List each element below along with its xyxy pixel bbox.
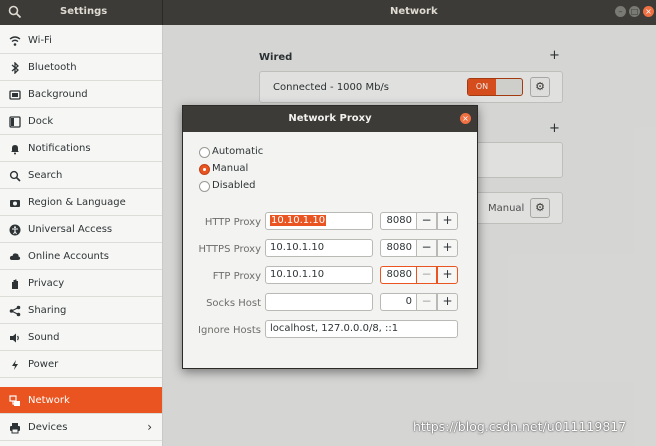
- socks-port-input[interactable]: 0: [380, 293, 416, 311]
- sidebar-item-label: Sharing: [28, 305, 67, 316]
- sidebar-item-label: Region & Language: [28, 197, 126, 208]
- settings-title: Settings: [60, 6, 108, 17]
- http-port-increment[interactable]: +: [437, 212, 458, 230]
- title-bar: Settings Network – □ ×: [0, 0, 656, 25]
- http-port-input[interactable]: 8080: [380, 212, 416, 230]
- share-icon: [9, 305, 21, 317]
- ftp-port-increment[interactable]: +: [437, 266, 458, 284]
- sidebar-item-label: Universal Access: [28, 224, 113, 235]
- sidebar-item-label: Sound: [28, 332, 60, 343]
- radio-button[interactable]: [199, 164, 210, 175]
- https-port-decrement[interactable]: −: [416, 239, 437, 257]
- sidebar-item-search[interactable]: Search: [0, 162, 162, 189]
- printer-icon: [9, 422, 21, 434]
- accessibility-icon: [9, 224, 21, 236]
- close-icon[interactable]: ×: [643, 6, 654, 17]
- sidebar-item-network[interactable]: Network: [0, 387, 162, 414]
- sidebar-item-label: Power: [28, 359, 59, 370]
- sidebar-item-universal-access[interactable]: Universal Access: [0, 216, 162, 243]
- https-proxy-input[interactable]: 10.10.1.10: [265, 239, 373, 257]
- ignore-hosts-label: Ignore Hosts: [198, 325, 261, 336]
- http-port-decrement[interactable]: −: [416, 212, 437, 230]
- radio-label: Automatic: [212, 146, 264, 157]
- radio-button[interactable]: [199, 147, 210, 158]
- sidebar-item-devices[interactable]: Devices ›: [0, 414, 162, 441]
- sidebar-item-label: Network: [28, 395, 70, 406]
- close-icon[interactable]: ×: [460, 113, 471, 124]
- background-icon: [9, 89, 21, 101]
- sidebar-item-sound[interactable]: Sound: [0, 324, 162, 351]
- sidebar-item-privacy[interactable]: Privacy: [0, 270, 162, 297]
- sidebar-item-label: Privacy: [28, 278, 65, 289]
- maximize-icon[interactable]: □: [629, 6, 640, 17]
- ftp-proxy-input[interactable]: 10.10.1.10: [265, 266, 373, 284]
- ftp-proxy-label: FTP Proxy: [212, 271, 261, 282]
- wifi-icon: [9, 35, 21, 47]
- hand-icon: [9, 278, 21, 290]
- ignore-hosts-input[interactable]: localhost, 127.0.0.0/8, ::1: [265, 320, 458, 338]
- camera-icon: [9, 197, 21, 209]
- ftp-port-decrement[interactable]: −: [416, 266, 437, 284]
- http-proxy-label: HTTP Proxy: [204, 217, 261, 228]
- sidebar-item-online-accounts[interactable]: Online Accounts: [0, 243, 162, 270]
- sidebar-item-sharing[interactable]: Sharing: [0, 297, 162, 324]
- sidebar-item-notifications[interactable]: Notifications: [0, 135, 162, 162]
- page-title: Network: [390, 6, 438, 17]
- sidebar-item-wifi[interactable]: Wi-Fi: [0, 27, 162, 54]
- cloud-icon: [9, 251, 21, 263]
- radio-label: Manual: [212, 163, 249, 174]
- sidebar-item-label: Devices: [28, 422, 68, 433]
- radio-button[interactable]: [199, 181, 210, 192]
- bell-icon: [9, 143, 21, 155]
- sidebar-item-power[interactable]: Power: [0, 351, 162, 378]
- sidebar-item-label: Wi-Fi: [28, 35, 52, 46]
- sidebar-item-label: Bluetooth: [28, 62, 77, 73]
- chevron-right-icon: ›: [147, 420, 152, 434]
- http-proxy-value: 10.10.1.10: [270, 215, 327, 226]
- https-port-input[interactable]: 8080: [380, 239, 416, 257]
- socks-port-decrement[interactable]: −: [416, 293, 437, 311]
- dialog-title: Network Proxy: [288, 113, 372, 124]
- sidebar-item-label: Search: [28, 170, 63, 181]
- minimize-icon[interactable]: –: [615, 6, 626, 17]
- https-port-increment[interactable]: +: [437, 239, 458, 257]
- sidebar-item-label: Notifications: [28, 143, 91, 154]
- sidebar-item-bluetooth[interactable]: Bluetooth: [0, 54, 162, 81]
- sidebar-header: Settings: [0, 0, 163, 25]
- ftp-port-input[interactable]: 8080: [380, 266, 416, 284]
- sidebar-item-label: Online Accounts: [28, 251, 110, 262]
- bluetooth-icon: [9, 61, 21, 75]
- search-icon[interactable]: [8, 5, 24, 19]
- http-proxy-input[interactable]: 10.10.1.10: [265, 212, 373, 230]
- sidebar-item-label: Dock: [28, 116, 54, 127]
- radio-label: Disabled: [212, 180, 256, 191]
- socks-host-input[interactable]: [265, 293, 373, 311]
- sidebar: Wi-Fi Bluetooth Background Dock Notifica…: [0, 25, 163, 446]
- sidebar-item-background[interactable]: Background: [0, 81, 162, 108]
- network-icon: [9, 395, 21, 407]
- https-proxy-label: HTTPS Proxy: [198, 244, 261, 255]
- speaker-icon: [9, 332, 21, 344]
- socks-port-increment[interactable]: +: [437, 293, 458, 311]
- sidebar-item-dock[interactable]: Dock: [0, 108, 162, 135]
- watermark: https://blog.csdn.net/u011119817: [413, 419, 627, 434]
- search-icon: [9, 170, 21, 182]
- dialog-header: Network Proxy ×: [183, 106, 477, 132]
- socks-host-label: Socks Host: [206, 298, 261, 309]
- sidebar-item-label: Background: [28, 89, 88, 100]
- dock-icon: [9, 116, 21, 128]
- network-proxy-dialog: Network Proxy × Automatic Manual Disable…: [182, 105, 478, 369]
- sidebar-item-region-language[interactable]: Region & Language: [0, 189, 162, 216]
- battery-icon: [9, 359, 21, 371]
